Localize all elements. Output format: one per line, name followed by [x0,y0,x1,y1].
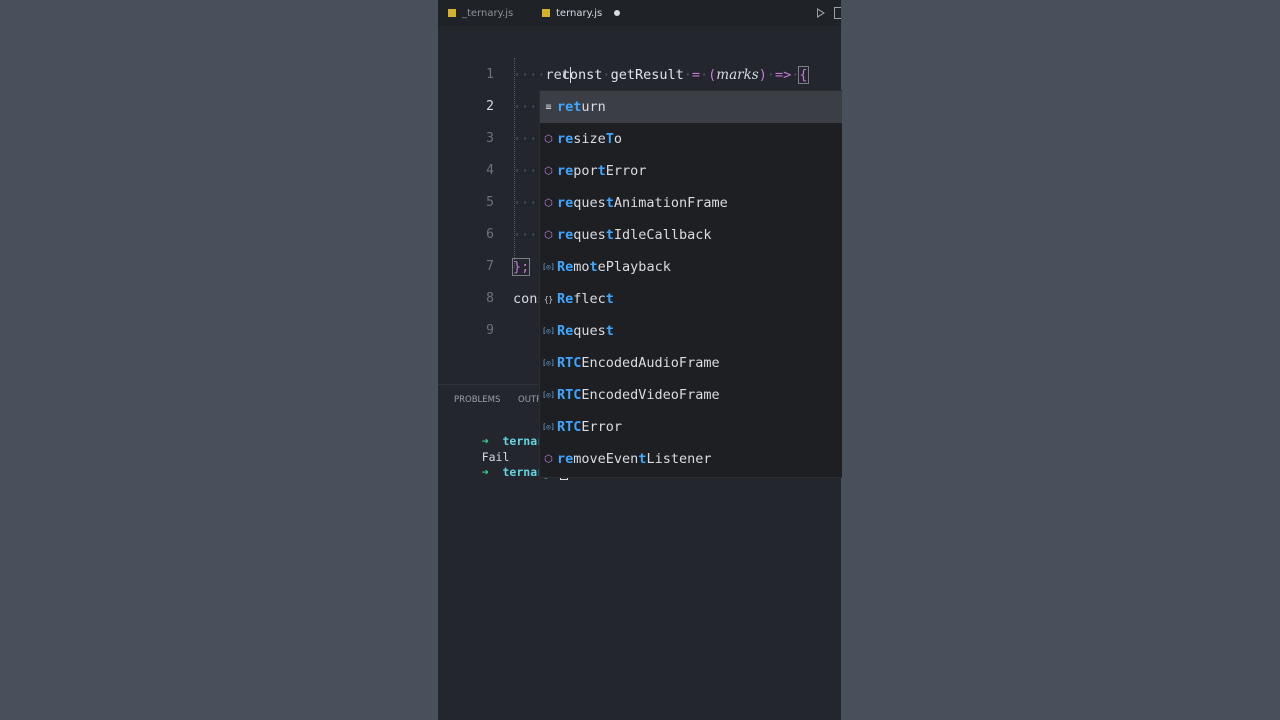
line-number: 9 [486,323,494,338]
method-icon: ⬡ [544,197,553,209]
match-highlight: RTC [557,419,582,435]
unsaved-dot-icon[interactable] [614,10,621,16]
match-highlight: re [557,451,574,467]
match-highlight: re [557,195,574,211]
variable-icon: [◎] [542,422,555,431]
suggestion-item[interactable]: ⬡ requestIdleCallback [540,219,842,251]
match-highlight: t [589,259,598,275]
suggestion-label: RTCError [557,411,622,443]
match-highlight: t [605,227,614,243]
match-highlight: t [605,195,614,211]
suggestion-item[interactable]: {} Reflect [540,283,842,315]
label-text: E [581,355,590,371]
label-text: size [573,131,606,147]
label-text: IdleCallback [613,227,712,243]
suggestion-label: removeEventListener [557,443,711,475]
suggestion-item[interactable]: [◎] RemotePlayback [540,251,842,283]
suggestion-label: requestAnimationFrame [557,187,728,219]
method-icon: ⬡ [544,229,553,241]
match-highlight: Re [557,323,574,339]
suggestion-label: reportError [557,155,646,187]
label-text: E [581,387,590,403]
label-text: por [573,163,598,179]
variable-icon: [◎] [542,358,555,367]
code-line-1[interactable]: 1 const·getResult·=·(marks)·=>·{ [438,27,841,84]
method-icon: ⬡ [544,165,553,177]
match-highlight: RTC [557,355,582,371]
match-highlight: t [597,163,606,179]
match-highlight: t [605,323,614,339]
tab-problems[interactable]: PROBLEMS [454,395,500,405]
javascript-file-icon [542,9,550,17]
code-line-2[interactable]: 2 ····ret [438,59,841,114]
suggestion-label: Request [557,315,614,347]
suggestion-item[interactable]: ⬡ requestAnimationFrame [540,187,842,219]
label-text: ques [573,227,606,243]
variable-icon: [◎] [542,262,555,271]
tab-label: _ternary.js [462,7,514,19]
keyword-icon: ≡ [545,101,552,113]
typed-text: ret [545,67,570,83]
tab-_ternary-js[interactable]: _ternary.js [448,0,513,26]
tab-output[interactable]: OUTP [518,395,541,405]
label-text: moveEven [573,451,639,467]
text-cursor [569,67,571,83]
split-editor-icon[interactable] [834,7,841,19]
label-text: ques [573,195,606,211]
suggestion-item[interactable]: ⬡ reportError [540,155,842,187]
variable-icon: [◎] [542,390,555,399]
suggestion-label: RTCEncodedAudioFrame [557,347,720,379]
label-text: ePlayback [597,259,671,275]
label-text: Error [581,419,623,435]
suggestion-label: resizeTo [557,123,622,155]
method-icon: ⬡ [544,453,553,465]
method-icon: ⬡ [544,133,553,145]
label-text: AnimationFrame [613,195,728,211]
match-highlight: T [605,131,614,147]
label-text: Error [605,163,647,179]
match-highlight: Re [557,259,574,275]
suggestion-item[interactable]: [◎] RTCError [540,411,842,443]
match-highlight: re [557,163,574,179]
suggestion-item[interactable]: ⬡ removeEventListener [540,443,842,475]
label-text: ques [573,323,606,339]
label-text: ncodedAudioFrame [589,355,720,371]
label-text: ncodedVideoFrame [589,387,720,403]
match-highlight: t [605,291,614,307]
prompt-arrow-icon: ➜ [481,465,489,479]
suggestion-item[interactable]: ≡ return [540,91,842,123]
match-highlight: re [557,227,574,243]
suggestion-label: RemotePlayback [557,251,671,283]
label-text: mo [573,259,590,275]
suggestion-item[interactable]: [◎] RTCEncodedAudioFrame [540,347,842,379]
match-highlight: Re [557,291,574,307]
brace-close: }; [511,258,531,276]
suggestion-label: Reflect [557,283,614,315]
tab-label: ternary.js [556,7,603,19]
suggestion-item[interactable]: [◎] Request [540,315,842,347]
javascript-file-icon [448,9,456,17]
suggestion-label: return [557,91,606,123]
label-text: urn [581,99,606,115]
label-text: flec [573,291,606,307]
suggestion-label: RTCEncodedVideoFrame [557,379,720,411]
suggestion-item[interactable]: [◎] RTCEncodedVideoFrame [540,379,842,411]
match-highlight: re [557,131,574,147]
match-highlight: RTC [557,387,582,403]
label-text: Listener [646,451,712,467]
label-text: o [613,131,623,147]
variable-icon: [◎] [542,326,555,335]
tab-ternary-js[interactable]: ternary.js [542,0,621,26]
suggestion-item[interactable]: ⬡ resizeTo [540,123,842,155]
tab-bar: _ternary.js ternary.js [438,0,841,26]
suggestion-label: requestIdleCallback [557,219,711,251]
match-highlight: ret [557,99,582,115]
suggestion-widget: ≡ return ⬡ resizeTo ⬡ reportError ⬡ requestAnim… [539,90,842,478]
run-icon[interactable] [817,8,825,18]
module-icon: {} [543,294,554,304]
